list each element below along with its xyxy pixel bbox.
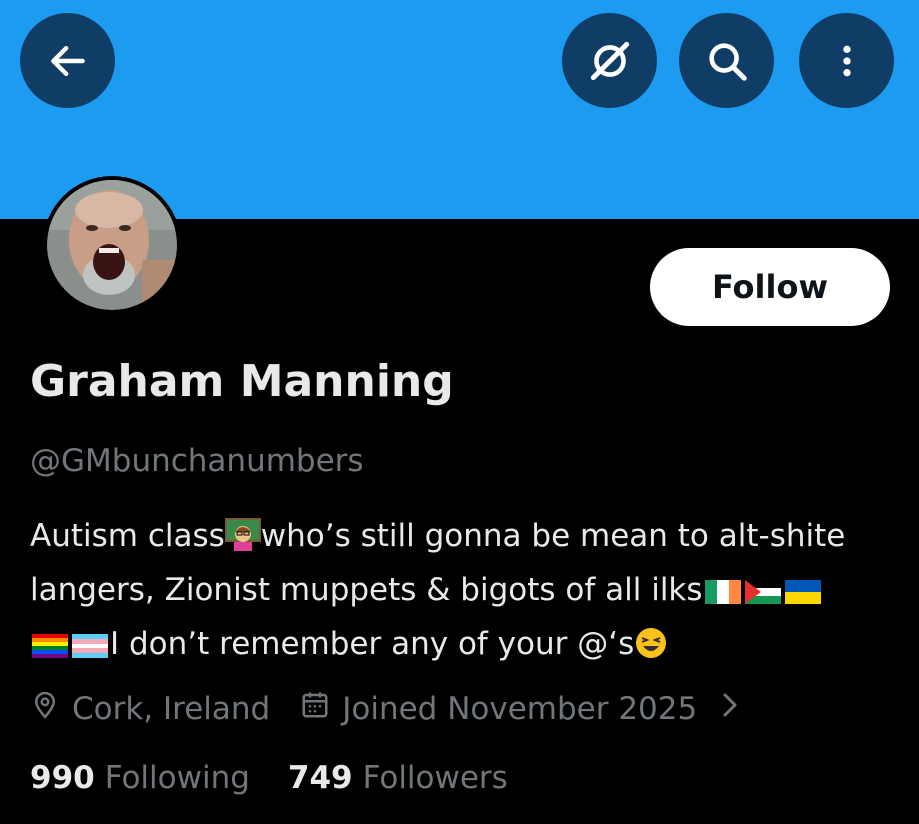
bio-text: I don’t remember any of your @‘s (110, 626, 635, 662)
search-button[interactable] (679, 13, 774, 108)
back-button[interactable] (20, 13, 115, 108)
follow-button[interactable]: Follow (650, 248, 890, 326)
grok-icon (590, 41, 629, 80)
following-link[interactable]: 990 Following (30, 760, 250, 796)
ireland-flag-icon (703, 572, 743, 620)
joined-date-text[interactable]: Joined November 2025 (342, 691, 697, 727)
avatar-border (43, 176, 181, 314)
more-options-button[interactable] (799, 13, 894, 108)
bio-line-1: Autism class who’s still gonna be mean to… (30, 512, 910, 566)
follow-counts: 990 Following 749 Followers (30, 760, 508, 796)
bio-line-3: I don’t remember any of your @‘s (30, 620, 910, 674)
location-pin-icon (30, 690, 60, 728)
bio-text: Autism class (30, 518, 225, 554)
search-icon (708, 42, 747, 81)
profile-bio: Autism class who’s still gonna be mean to… (30, 512, 910, 674)
bio-text: langers, Zionist muppets & bigots of all… (30, 572, 703, 608)
followers-count: 749 (287, 760, 353, 796)
location-text: Cork, Ireland (72, 691, 271, 727)
transgender-flag-icon (70, 626, 110, 674)
bio-line-2: langers, Zionist muppets & bigots of all… (30, 566, 910, 620)
back-arrow-icon (50, 45, 85, 76)
palestine-flag-icon (743, 572, 783, 620)
teacher-emoji-icon (224, 518, 261, 566)
profile-meta: Cork, Ireland Joined November 2025 (30, 684, 753, 734)
followers-label: Followers (362, 760, 508, 796)
profile-name: Graham Manning (30, 356, 454, 407)
followers-link[interactable]: 749 Followers (288, 760, 508, 796)
following-count: 990 (30, 760, 95, 796)
profile-handle: @GMbunchanumbers (30, 443, 364, 479)
more-vertical-icon (842, 45, 851, 76)
grok-button[interactable] (562, 13, 657, 108)
rainbow-flag-icon (30, 626, 70, 674)
calendar-icon (300, 690, 330, 728)
bio-text: who’s still gonna be mean to alt-shite (260, 518, 846, 554)
ukraine-flag-icon (783, 572, 823, 620)
avatar[interactable] (47, 180, 177, 310)
chevron-right-icon[interactable] (719, 690, 741, 728)
laughing-face-emoji-icon (634, 626, 668, 674)
following-label: Following (104, 760, 250, 796)
